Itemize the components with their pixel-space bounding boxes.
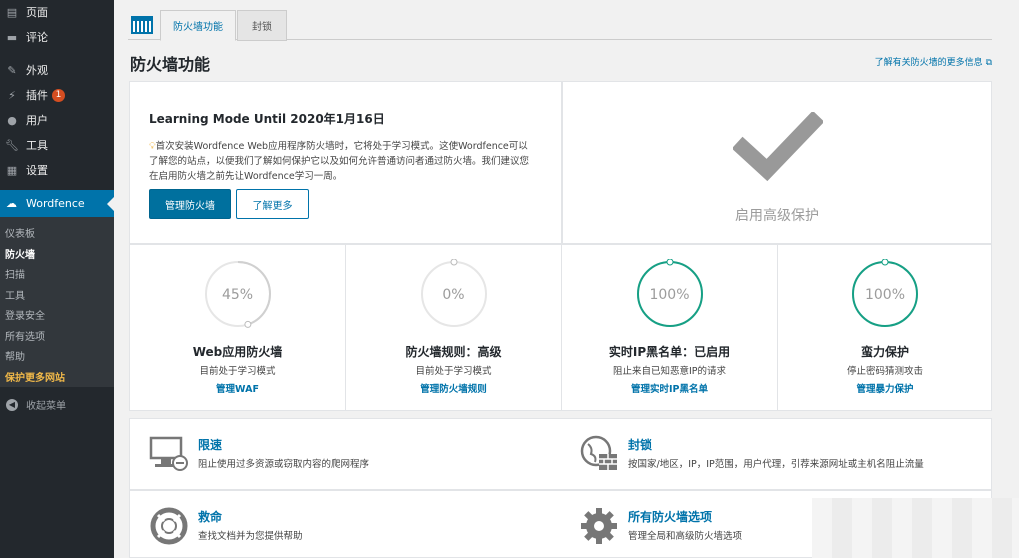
watermark-blur bbox=[812, 498, 1019, 558]
rules-subtitle: 目前处于学习模式 bbox=[415, 366, 492, 377]
tools-icon: 🔧︎ bbox=[5, 138, 19, 152]
rate-limiting-icon bbox=[149, 436, 188, 471]
blocking-icon bbox=[580, 435, 617, 470]
learning-mode-description: 💡︎首次安装Wordfence Web应用程序防火墙时，它将处于学习模式。这使W… bbox=[149, 141, 530, 182]
brute-force-subtitle: 停止密码猜测攻击 bbox=[846, 366, 923, 377]
rules-percent: 0% bbox=[442, 287, 465, 303]
help-title: 救命 bbox=[198, 510, 223, 524]
manage-blacklist-link[interactable]: 管理实时IP黑名单 bbox=[562, 381, 777, 395]
all-options-desc: 管理全局和高级防火墙选项 bbox=[628, 531, 743, 542]
learning-mode-card: Learning Mode Until 2020年1月16日 💡︎首次安装Wor… bbox=[129, 81, 562, 244]
checkmark-icon bbox=[733, 112, 823, 182]
help-feature[interactable]: 救命 查找文档并为您提供帮助 bbox=[149, 506, 559, 550]
blacklist-title: 实时IP黑名单：已启用 bbox=[608, 345, 731, 359]
update-count-badge: 1 bbox=[52, 88, 65, 102]
submenu-login-security[interactable]: 登录安全 bbox=[5, 307, 45, 322]
learn-more-link[interactable]: 了解有关防火墙的更多信息 ⧉ bbox=[875, 55, 992, 68]
sidebar-item-wordfence[interactable]: ☁ Wordfence bbox=[0, 190, 114, 217]
enable-advanced-protection-label: 启用高级保护 bbox=[735, 208, 819, 224]
features-row-1: 限速 阻止使用过多资源或窃取内容的爬网程序 封锁 按国家/地区，IP，IP范围，… bbox=[129, 418, 992, 490]
rate-limiting-feature[interactable]: 限速 阻止使用过多资源或窃取内容的爬网程序 bbox=[149, 434, 559, 478]
learn-more-button[interactable]: 了解更多 bbox=[236, 189, 309, 219]
sidebar-item-users[interactable]: ● 用户 bbox=[0, 108, 114, 132]
submenu-tools[interactable]: 工具 bbox=[5, 287, 25, 302]
stat-waf: 45% Web应用防火墙 目前处于学习模式 管理WAF bbox=[130, 245, 346, 410]
waf-title: Web应用防火墙 bbox=[192, 345, 283, 359]
waf-percent: 45% bbox=[221, 287, 254, 303]
manage-brute-force-link[interactable]: 管理暴力保护 bbox=[778, 381, 992, 395]
sidebar-item-comments[interactable]: ▬ 评论 bbox=[0, 25, 114, 49]
tab-firewall-features[interactable]: 防火墙功能 bbox=[160, 10, 236, 41]
brute-force-percent: 100% bbox=[864, 287, 906, 303]
comments-icon: ▬ bbox=[6, 30, 18, 44]
settings-icon: ▦ bbox=[6, 163, 18, 177]
lightbulb-icon: 💡︎ bbox=[149, 141, 156, 152]
tab-bar: 防火墙功能 封锁 bbox=[128, 10, 992, 41]
blocking-title: 封锁 bbox=[628, 438, 653, 452]
rate-limiting-title: 限速 bbox=[198, 438, 223, 452]
plugins-icon: ⚡ bbox=[8, 88, 16, 102]
blocking-desc: 按国家/地区，IP，IP范围，用户代理，引荐来源网址或主机名阻止流量 bbox=[628, 459, 924, 470]
appearance-icon: ✎ bbox=[7, 63, 17, 77]
external-link-icon: ⧉ bbox=[985, 58, 992, 68]
stat-firewall-rules: 0% 防火墙规则：高级 目前处于学习模式 管理防火墙规则 bbox=[346, 245, 562, 410]
pages-icon: ▤ bbox=[6, 5, 18, 19]
help-desc: 查找文档并为您提供帮助 bbox=[198, 531, 303, 542]
submenu-scan[interactable]: 扫描 bbox=[5, 266, 25, 281]
page-title: 防火墙功能 bbox=[130, 55, 211, 74]
blacklist-subtitle: 阻止来自已知恶意IP的请求 bbox=[612, 366, 727, 377]
sidebar-item-pages[interactable]: ▤ 页面 bbox=[0, 0, 114, 24]
firewall-status-row: 45% Web应用防火墙 目前处于学习模式 管理WAF 0% 防火墙规则：高级 … bbox=[129, 244, 992, 411]
wordfence-submenu: 仪表板 防火墙 扫描 工具 登录安全 所有选项 帮助 保护更多网站 bbox=[0, 217, 114, 387]
sidebar-item-settings[interactable]: ▦ 设置 bbox=[0, 158, 114, 182]
brute-force-title: 蛮力保护 bbox=[860, 345, 909, 359]
submenu-protect-more-sites[interactable]: 保护更多网站 bbox=[5, 369, 65, 384]
all-options-title: 所有防火墙选项 bbox=[628, 510, 713, 524]
submenu-dashboard[interactable]: 仪表板 bbox=[5, 225, 35, 240]
submenu-all-options[interactable]: 所有选项 bbox=[5, 328, 45, 343]
rules-title: 防火墙规则：高级 bbox=[405, 345, 502, 359]
advanced-protection-card[interactable]: 启用高级保护 bbox=[562, 81, 992, 244]
users-icon: ● bbox=[7, 113, 17, 127]
stat-ip-blacklist: 100% 实时IP黑名单：已启用 阻止来自已知恶意IP的请求 管理实时IP黑名单 bbox=[562, 245, 778, 410]
blocking-feature[interactable]: 封锁 按国家/地区，IP，IP范围，用户代理，引荐来源网址或主机名阻止流量 bbox=[579, 434, 979, 478]
sidebar-item-tools[interactable]: 🔧︎ 工具 bbox=[0, 133, 114, 157]
blacklist-percent: 100% bbox=[649, 287, 690, 303]
help-lifebuoy-icon bbox=[150, 507, 188, 545]
rate-limiting-desc: 阻止使用过多资源或窃取内容的爬网程序 bbox=[198, 459, 370, 470]
manage-waf-link[interactable]: 管理WAF bbox=[130, 381, 345, 395]
admin-sidebar: ▤ 页面 ▬ 评论 ✎ 外观 ⚡ 插件 1 ● 用户 🔧︎ 工具 ▦ 设置 ☁ Wordfence… bbox=[0, 0, 114, 558]
collapse-arrow-icon: ◀ bbox=[6, 398, 18, 411]
gear-icon bbox=[581, 508, 617, 544]
waf-subtitle: 目前处于学习模式 bbox=[199, 366, 276, 377]
manage-firewall-button[interactable]: 管理防火墙 bbox=[149, 189, 231, 219]
manage-rules-link[interactable]: 管理防火墙规则 bbox=[346, 381, 561, 395]
tab-blocking[interactable]: 封锁 bbox=[237, 10, 287, 41]
submenu-firewall[interactable]: 防火墙 bbox=[5, 246, 35, 261]
stat-brute-force: 100% 蛮力保护 停止密码猜测攻击 管理暴力保护 bbox=[778, 245, 992, 410]
wordfence-logo-icon bbox=[131, 16, 153, 34]
sidebar-item-plugins[interactable]: ⚡ 插件 1 bbox=[0, 83, 114, 107]
submenu-help[interactable]: 帮助 bbox=[5, 348, 25, 363]
learning-mode-title: Learning Mode Until 2020年1月16日 bbox=[149, 112, 385, 126]
sidebar-item-appearance[interactable]: ✎ 外观 bbox=[0, 58, 114, 82]
collapse-menu-button[interactable]: ◀ 收起菜单 bbox=[6, 397, 66, 412]
wordfence-icon: ☁ bbox=[6, 197, 17, 210]
